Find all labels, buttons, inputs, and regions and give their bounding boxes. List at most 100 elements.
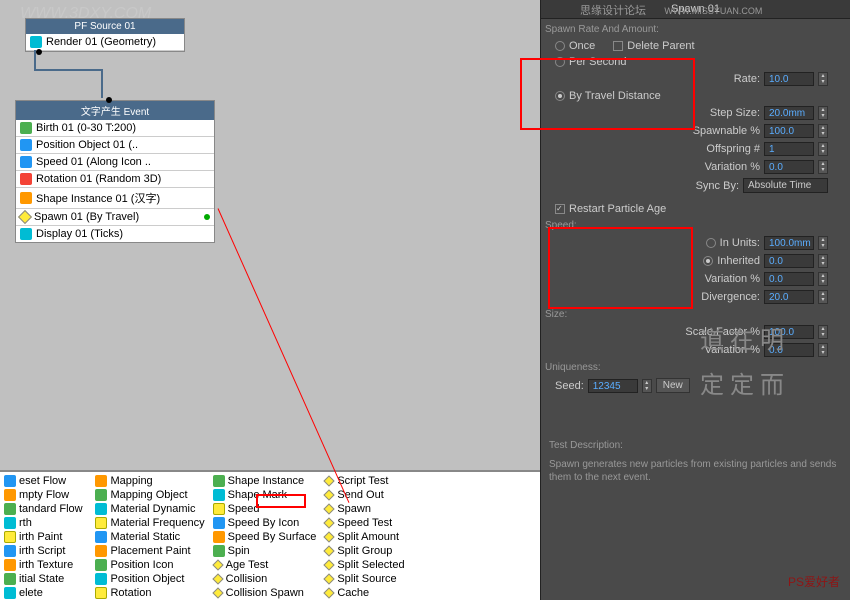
per-second-radio[interactable] — [555, 57, 565, 67]
depot-item[interactable]: Speed By Icon — [211, 516, 319, 530]
spinner-arrows[interactable] — [642, 379, 652, 393]
spawn-operator[interactable]: Spawn 01 (By Travel) — [16, 209, 214, 226]
depot-item[interactable]: irth Script — [2, 544, 89, 558]
depot-item[interactable]: itial State — [2, 572, 89, 586]
size-var-spinner[interactable]: 0.0 — [764, 343, 814, 357]
variation-spinner[interactable]: 0.0 — [764, 160, 814, 174]
in-units-spinner[interactable]: 100.0mm — [764, 236, 814, 250]
speed-icon — [20, 156, 32, 168]
birth-icon — [20, 122, 32, 134]
operator-icon — [213, 475, 225, 487]
speed-operator[interactable]: Speed 01 (Along Icon .. — [16, 154, 214, 171]
step-spinner[interactable]: 20.0mm — [764, 106, 814, 120]
operator-icon — [95, 587, 107, 599]
depot-item[interactable]: Split Source — [322, 572, 406, 586]
depot-item[interactable]: Spin — [211, 544, 319, 558]
divergence-spinner[interactable]: 20.0 — [764, 290, 814, 304]
particle-view-canvas[interactable]: WWW.3DXY.COM PF Source 01 Render 01 (Geo… — [0, 0, 540, 470]
operator-icon — [213, 489, 225, 501]
depot-item[interactable]: Position Icon — [93, 558, 206, 572]
depot-item[interactable]: Mapping Object — [93, 488, 206, 502]
depot-item[interactable]: eset Flow — [2, 474, 89, 488]
depot-item[interactable]: Cache — [322, 586, 406, 600]
render-icon — [30, 36, 42, 48]
depot-item[interactable]: irth Paint — [2, 530, 89, 544]
display-operator[interactable]: Display 01 (Ticks) — [16, 226, 214, 242]
sync-dropdown[interactable]: Absolute Time — [743, 178, 828, 193]
operator-icon — [95, 489, 107, 501]
input-connector[interactable] — [106, 97, 112, 103]
spinner-arrows[interactable] — [818, 290, 828, 304]
depot-item[interactable]: Speed — [211, 502, 319, 516]
depot-item[interactable]: Material Static — [93, 530, 206, 544]
spinner-arrows[interactable] — [818, 254, 828, 268]
offspring-spinner[interactable]: 1 — [764, 142, 814, 156]
by-travel-radio[interactable] — [555, 91, 565, 101]
operator-icon — [4, 545, 16, 557]
depot-item[interactable]: Shape Mark — [211, 488, 319, 502]
pf-source-node[interactable]: PF Source 01 Render 01 (Geometry) — [25, 18, 185, 52]
event-node[interactable]: 文字产生 Event Birth 01 (0-30 T:200) Positio… — [15, 100, 215, 243]
depot-item[interactable]: elete — [2, 586, 89, 600]
depot-item[interactable]: irth Texture — [2, 558, 89, 572]
spinner-arrows[interactable] — [818, 106, 828, 120]
depot-item[interactable]: Position Object — [93, 572, 206, 586]
restart-checkbox[interactable] — [555, 204, 565, 214]
depot-item[interactable]: Age Test — [211, 558, 319, 572]
depot-item[interactable]: Script Test — [322, 474, 406, 488]
depot-item[interactable]: Collision Spawn — [211, 586, 319, 600]
rate-spinner[interactable]: 10.0 — [764, 72, 814, 86]
depot-item[interactable]: Split Selected — [322, 558, 406, 572]
render-operator[interactable]: Render 01 (Geometry) — [26, 34, 184, 51]
depot-item[interactable]: Spawn — [322, 502, 406, 516]
depot-item[interactable]: Material Frequency — [93, 516, 206, 530]
new-seed-button[interactable]: New — [656, 378, 690, 393]
depot-item[interactable]: Speed Test — [322, 516, 406, 530]
spinner-arrows[interactable] — [818, 343, 828, 357]
depot-item[interactable]: Mapping — [93, 474, 206, 488]
inherited-spinner[interactable]: 0.0 — [764, 254, 814, 268]
spinner-arrows[interactable] — [818, 272, 828, 286]
spawnable-spinner[interactable]: 100.0 — [764, 124, 814, 138]
spinner-arrows[interactable] — [818, 72, 828, 86]
uniqueness-section: Uniqueness: — [545, 359, 846, 376]
depot-item[interactable]: Split Group — [322, 544, 406, 558]
spawn-rate-section: Spawn Rate And Amount: — [545, 21, 846, 38]
shape-operator[interactable]: Shape Instance 01 (汉字) — [16, 188, 214, 209]
rotation-operator[interactable]: Rotation 01 (Random 3D) — [16, 171, 214, 188]
shape-icon — [20, 192, 32, 204]
spinner-arrows[interactable] — [818, 325, 828, 339]
depot-item[interactable]: rth — [2, 516, 89, 530]
depot-item[interactable]: Shape Instance — [211, 474, 319, 488]
depot-item[interactable]: Rotation — [93, 586, 206, 600]
depot-item[interactable]: Collision — [211, 572, 319, 586]
depot-item[interactable]: Material Dynamic — [93, 502, 206, 516]
delete-parent-checkbox[interactable] — [613, 41, 623, 51]
operator-icon — [4, 587, 16, 599]
birth-operator[interactable]: Birth 01 (0-30 T:200) — [16, 120, 214, 137]
output-connector[interactable] — [36, 49, 42, 55]
depot-item[interactable]: tandard Flow — [2, 502, 89, 516]
once-radio[interactable] — [555, 41, 565, 51]
depot-item[interactable]: Send Out — [322, 488, 406, 502]
inherited-radio[interactable] — [703, 256, 713, 266]
in-units-radio[interactable] — [706, 238, 716, 248]
operator-icon — [4, 475, 16, 487]
operator-icon — [4, 503, 16, 515]
speed-var-spinner[interactable]: 0.0 — [764, 272, 814, 286]
position-operator[interactable]: Position Object 01 (.. — [16, 137, 214, 154]
operator-icon — [324, 573, 335, 584]
depot-item[interactable]: Split Amount — [322, 530, 406, 544]
spinner-arrows[interactable] — [818, 124, 828, 138]
operator-icon — [95, 559, 107, 571]
spinner-arrows[interactable] — [818, 142, 828, 156]
test-output[interactable] — [204, 214, 210, 220]
depot-item[interactable]: Placement Paint — [93, 544, 206, 558]
depot-item[interactable]: Speed By Surface — [211, 530, 319, 544]
scale-spinner[interactable]: 100.0 — [764, 325, 814, 339]
seed-spinner[interactable]: 12345 — [588, 379, 638, 393]
depot-item[interactable]: mpty Flow — [2, 488, 89, 502]
test-desc-label: Test Description: — [541, 437, 850, 454]
spinner-arrows[interactable] — [818, 236, 828, 250]
spinner-arrows[interactable] — [818, 160, 828, 174]
